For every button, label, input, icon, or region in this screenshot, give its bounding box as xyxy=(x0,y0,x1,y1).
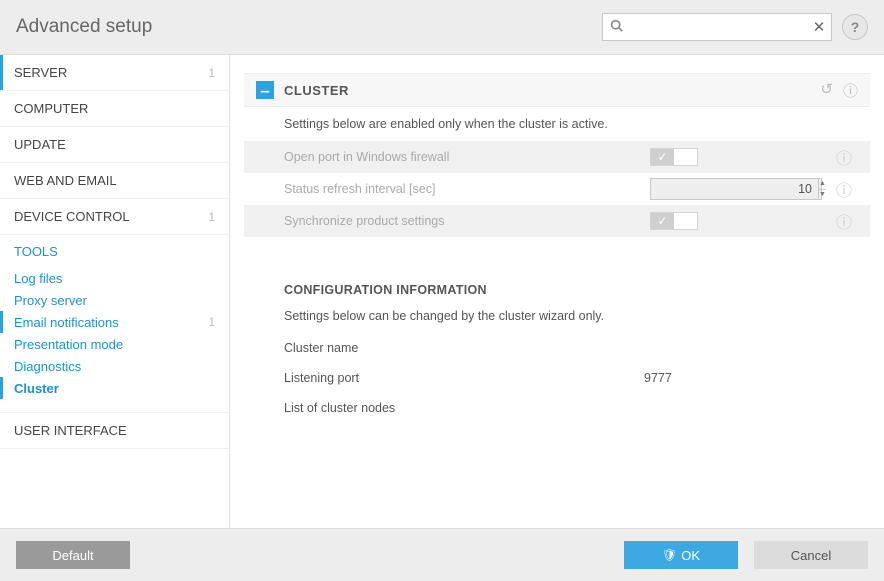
page-title: Advanced setup xyxy=(16,16,602,38)
setting-row-sync: Synchronize product settings ✓ ⓘ xyxy=(244,205,870,237)
info-icon[interactable]: ⓘ xyxy=(830,177,858,201)
info-icon[interactable]: ⓘ xyxy=(843,80,858,101)
setting-row-refresh: Status refresh interval [sec] ▲ ▼ ⓘ xyxy=(244,173,870,205)
sidebar-item-label: Email notifications xyxy=(14,315,119,330)
config-label: Cluster name xyxy=(284,341,644,355)
config-row-listening-port: Listening port 9777 xyxy=(244,363,870,393)
sidebar-item-web-email[interactable]: WEB AND EMAIL xyxy=(0,163,229,199)
sidebar-sub-presentation[interactable]: Presentation mode xyxy=(0,333,229,355)
refresh-interval-input[interactable] xyxy=(651,182,818,196)
sidebar-item-user-interface[interactable]: USER INTERFACE xyxy=(0,413,229,449)
button-label: Default xyxy=(52,548,93,563)
setting-label: Synchronize product settings xyxy=(284,214,650,228)
sidebar-badge: 1 xyxy=(208,315,215,329)
sidebar-item-label: Cluster xyxy=(14,381,59,396)
sidebar-item-label: Log files xyxy=(14,271,62,286)
help-button[interactable]: ? xyxy=(842,14,868,40)
config-section-title: CONFIGURATION INFORMATION xyxy=(244,275,870,305)
info-icon[interactable]: ⓘ xyxy=(830,145,858,169)
sidebar-item-label: Presentation mode xyxy=(14,337,123,352)
sidebar-item-device-control[interactable]: DEVICE CONTROL 1 xyxy=(0,199,229,235)
footer-bar: Default 🛡 OK Cancel xyxy=(0,528,884,581)
sidebar-item-label: SERVER xyxy=(14,65,67,80)
sidebar-item-server[interactable]: SERVER 1 xyxy=(0,55,229,91)
shield-icon: 🛡 xyxy=(662,548,677,562)
search-icon xyxy=(603,19,629,35)
sidebar: SERVER 1 COMPUTER UPDATE WEB AND EMAIL D… xyxy=(0,55,230,528)
setting-label: Status refresh interval [sec] xyxy=(284,182,650,196)
sidebar-item-tools[interactable]: TOOLS xyxy=(0,235,229,267)
search-input[interactable] xyxy=(629,20,807,35)
sidebar-badge: 1 xyxy=(208,66,215,80)
reset-icon[interactable]: ↺ xyxy=(820,80,833,101)
button-label: Cancel xyxy=(791,548,831,563)
sidebar-badge: 1 xyxy=(208,210,215,224)
sidebar-item-label: DEVICE CONTROL xyxy=(14,209,130,224)
check-icon: ✓ xyxy=(651,213,674,229)
setting-row-firewall: Open port in Windows firewall ✓ ⓘ xyxy=(244,141,870,173)
sidebar-sub-diagnostics[interactable]: Diagnostics xyxy=(0,355,229,377)
sidebar-sub-cluster[interactable]: Cluster xyxy=(0,377,229,399)
setting-label: Open port in Windows firewall xyxy=(284,150,650,164)
content-area: – CLUSTER ↺ ⓘ Settings below are enabled… xyxy=(230,55,884,528)
toggle-sync[interactable]: ✓ xyxy=(650,212,698,230)
sidebar-item-label: Proxy server xyxy=(14,293,87,308)
sidebar-item-computer[interactable]: COMPUTER xyxy=(0,91,229,127)
header-bar: Advanced setup ✕ ? xyxy=(0,0,884,55)
default-button[interactable]: Default xyxy=(16,541,130,569)
sidebar-item-label: USER INTERFACE xyxy=(14,423,127,438)
config-row-cluster-name: Cluster name xyxy=(244,333,870,363)
sidebar-item-label: Diagnostics xyxy=(14,359,81,374)
cancel-button[interactable]: Cancel xyxy=(754,541,868,569)
panel-header: – CLUSTER ↺ ⓘ xyxy=(244,73,870,107)
config-label: Listening port xyxy=(284,371,644,385)
sidebar-item-label: UPDATE xyxy=(14,137,66,152)
sidebar-item-label: WEB AND EMAIL xyxy=(14,173,117,188)
button-label: OK xyxy=(681,548,700,563)
check-icon: ✓ xyxy=(651,149,674,165)
config-value: 9777 xyxy=(644,371,672,385)
config-section-description: Settings below can be changed by the clu… xyxy=(244,305,870,333)
sidebar-sub-email[interactable]: Email notifications 1 xyxy=(0,311,229,333)
toggle-firewall[interactable]: ✓ xyxy=(650,148,698,166)
sidebar-item-update[interactable]: UPDATE xyxy=(0,127,229,163)
panel-description: Settings below are enabled only when the… xyxy=(244,107,870,141)
sidebar-sub-proxy[interactable]: Proxy server xyxy=(0,289,229,311)
refresh-interval-stepper[interactable]: ▲ ▼ xyxy=(650,178,822,200)
sidebar-sub-logfiles[interactable]: Log files xyxy=(0,267,229,289)
search-box[interactable]: ✕ xyxy=(602,13,832,41)
ok-button[interactable]: 🛡 OK xyxy=(624,541,738,569)
chevron-up-icon[interactable]: ▲ xyxy=(819,179,826,190)
config-row-nodes: List of cluster nodes xyxy=(244,393,870,423)
chevron-down-icon[interactable]: ▼ xyxy=(819,190,826,200)
info-icon[interactable]: ⓘ xyxy=(830,209,858,233)
config-label: List of cluster nodes xyxy=(284,401,644,415)
clear-icon[interactable]: ✕ xyxy=(807,18,831,36)
collapse-toggle-icon[interactable]: – xyxy=(256,81,274,99)
panel-title: CLUSTER xyxy=(284,83,349,98)
sidebar-item-label: COMPUTER xyxy=(14,101,88,116)
sidebar-item-label: TOOLS xyxy=(14,244,58,259)
